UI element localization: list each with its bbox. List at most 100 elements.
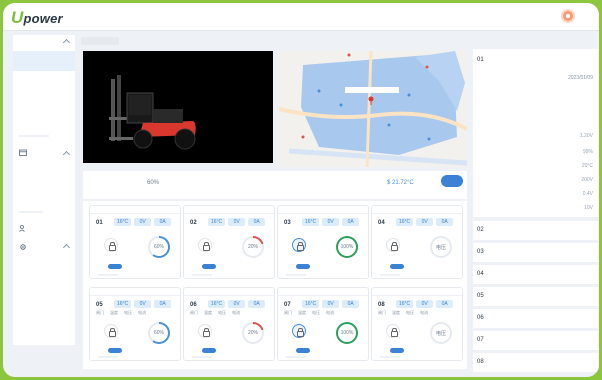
card-header — [372, 206, 462, 214]
battery-gauge: 100% — [336, 322, 358, 344]
sublabel-volt: 电压 — [406, 310, 414, 315]
stat-a: 0A — [248, 218, 266, 226]
sublabel-volt: 电压 — [218, 310, 226, 315]
stat-v: 0V — [322, 300, 340, 308]
stat-temp: 16°C — [302, 218, 320, 226]
stat-temp: 16°C — [114, 218, 132, 226]
stat-v: 0V — [228, 300, 246, 308]
unit-card[interactable]: 05 16°C 0V 0A 闸门 温度 电压 电流 60% — [89, 287, 181, 361]
unit-toggle[interactable] — [202, 348, 216, 353]
unit-toggle[interactable] — [390, 264, 404, 269]
card-footer-line — [98, 356, 118, 358]
location-map[interactable] — [279, 51, 467, 167]
unit-stats: 16°C 0V 0A — [396, 218, 454, 226]
list-item[interactable]: 04 — [473, 265, 599, 284]
stat-a: 0A — [436, 218, 454, 226]
lock-icon[interactable] — [386, 238, 400, 252]
list-item[interactable]: 02 — [473, 221, 599, 240]
breadcrumb — [81, 37, 119, 45]
map-canvas — [279, 51, 467, 167]
stat-a: 0A — [154, 300, 172, 308]
unit-toggle[interactable] — [108, 348, 122, 353]
unit-card[interactable]: 08 16°C 0V 0A 闸门 温度 电压 电流 电压 — [371, 287, 463, 361]
unit-toggle[interactable] — [108, 264, 122, 269]
unit-card[interactable]: 02 16°C 0V 0A 20% — [183, 205, 275, 279]
list-item[interactable]: 08 — [473, 353, 599, 372]
lock-icon[interactable] — [386, 324, 400, 338]
unit-id: 05 — [96, 302, 103, 308]
unit-sublabels: 闸门 温度 电压 电流 — [190, 310, 240, 316]
gauge-label: 60% — [150, 324, 168, 342]
list-item[interactable]: 07 — [473, 331, 599, 350]
chevron-up-icon-2[interactable] — [62, 150, 71, 159]
lock-icon[interactable] — [198, 324, 212, 338]
lock-icon[interactable] — [198, 238, 212, 252]
unit-card[interactable]: 04 16°C 0V 0A 电压 — [371, 205, 463, 279]
sublabel-door: 闸门 — [378, 310, 386, 315]
unit-stats: 16°C 0V 0A — [208, 300, 266, 308]
gear-icon[interactable] — [19, 243, 29, 251]
card-footer-line — [380, 274, 400, 276]
lock-icon[interactable] — [104, 324, 118, 338]
card-footer-line — [192, 274, 212, 276]
list-item[interactable]: 03 — [473, 243, 599, 262]
detail-value: 200V — [581, 177, 593, 183]
upower-logo: Upower — [11, 8, 63, 27]
unit-card[interactable]: 06 16°C 0V 0A 闸门 温度 电压 电流 20% — [183, 287, 275, 361]
gauge-label: 100% — [338, 238, 356, 256]
unit-sublabels: 闸门 温度 电压 电流 — [284, 310, 334, 316]
lock-icon[interactable] — [104, 238, 118, 252]
gauge-label: 电压 — [432, 324, 450, 342]
sidebar-divider-2 — [19, 211, 43, 213]
unit-toggle[interactable] — [296, 264, 310, 269]
user-avatar[interactable] — [561, 9, 575, 23]
stat-temp: 16°C — [114, 300, 132, 308]
camera-feed — [83, 51, 333, 163]
sidebar-item-active[interactable] — [13, 51, 75, 71]
calendar-icon[interactable] — [19, 149, 29, 157]
chevron-up-icon-3[interactable] — [62, 243, 71, 252]
stat-a: 0A — [154, 218, 172, 226]
main-toggle[interactable] — [441, 175, 463, 187]
list-item[interactable]: 05 — [473, 287, 599, 306]
unit-card[interactable]: 07 16°C 0V 0A 闸门 温度 电压 电流 100% — [277, 287, 369, 361]
sublabel-temp: 温度 — [392, 310, 400, 315]
stat-a: 0A — [342, 300, 360, 308]
chevron-up-icon[interactable] — [62, 38, 71, 47]
stat-v: 0V — [416, 218, 434, 226]
unit-toggle[interactable] — [390, 348, 404, 353]
lock-icon[interactable] — [292, 324, 306, 338]
sublabel-temp: 温度 — [298, 310, 306, 315]
card-header — [90, 206, 180, 214]
sublabel-current: 电流 — [232, 310, 240, 315]
detail-value: 20°C — [581, 163, 593, 169]
unit-stats: 16°C 0V 0A — [396, 300, 454, 308]
unit-card[interactable]: 03 16°C 0V 0A 100% — [277, 205, 369, 279]
sublabel-current: 电流 — [420, 310, 428, 315]
unit-id: 04 — [378, 220, 385, 226]
sublabel-temp: 温度 — [204, 310, 212, 315]
unit-card[interactable]: 01 16°C 0V 0A 60% — [89, 205, 181, 279]
card-footer-line — [286, 356, 306, 358]
unit-stats: 16°C 0V 0A — [114, 218, 172, 226]
detail-value: 0.4V — [582, 191, 593, 197]
stat-v: 0V — [322, 218, 340, 226]
battery-gauge: 60% — [148, 236, 170, 258]
sublabel-door: 闸门 — [96, 310, 104, 315]
list-item[interactable]: 06 — [473, 309, 599, 328]
sublabel-current: 电流 — [138, 310, 146, 315]
unit-toggle[interactable] — [296, 348, 310, 353]
gauge-label: 20% — [244, 238, 262, 256]
sublabel-door: 闸门 — [284, 310, 292, 315]
battery-gauge: 电压 — [430, 322, 452, 344]
card-header — [372, 288, 462, 296]
unit-id: 01 — [96, 220, 103, 226]
unit-toggle[interactable] — [202, 264, 216, 269]
gauge-label: 电压 — [432, 238, 450, 256]
users-icon[interactable] — [19, 225, 29, 233]
card-footer-line — [192, 356, 212, 358]
lock-icon[interactable] — [292, 238, 306, 252]
unit-id: 08 — [378, 302, 385, 308]
card-footer-line — [380, 356, 400, 358]
stat-a: 0A — [248, 300, 266, 308]
